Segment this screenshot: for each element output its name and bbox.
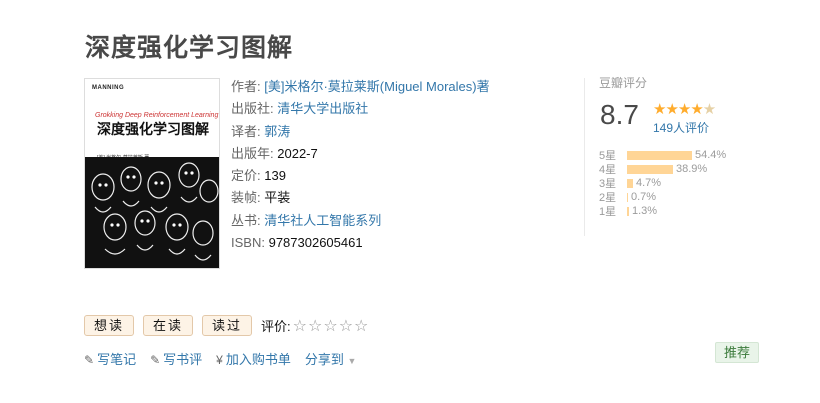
series-label: 丛书: bbox=[231, 212, 261, 228]
rating-stars-icon: ★★★★★ bbox=[653, 101, 716, 118]
isbn-label: ISBN: bbox=[231, 235, 265, 251]
translator-label: 译者: bbox=[231, 123, 261, 139]
price-value: 139 bbox=[264, 168, 286, 184]
publisher-link[interactable]: 清华大学出版社 bbox=[277, 101, 368, 116]
reading-button[interactable]: 在读 bbox=[143, 315, 194, 336]
distribution-percent: 54.4% bbox=[695, 149, 727, 161]
translator-link[interactable]: 郭涛 bbox=[264, 124, 290, 139]
price-row: 定价: 139 bbox=[231, 165, 490, 187]
write-note-label: 写笔记 bbox=[97, 352, 137, 367]
secondary-links: ✎ 写笔记 ✎ 写书评 ¥ 加入购书单 分享到 ▼ bbox=[84, 349, 370, 368]
isbn-value: 9787302605461 bbox=[268, 235, 363, 251]
book-info: 作者: [美]米格尔·莫拉莱斯(Miguel Morales)著 出版社: 清华… bbox=[231, 76, 490, 254]
distribution-bar bbox=[627, 164, 673, 174]
pencil-icon: ✎ bbox=[150, 353, 161, 367]
rating-panel: 豆瓣评分 8.7 ★★★★★ 149人评价 bbox=[599, 74, 759, 135]
rating-score: 8.7 bbox=[600, 99, 639, 130]
want-to-read-button[interactable]: 想读 bbox=[84, 315, 135, 336]
read-button[interactable]: 读过 bbox=[202, 315, 253, 336]
distribution-row: 3星 4.7% bbox=[599, 176, 726, 190]
add-to-cart-link[interactable]: ¥ 加入购书单 bbox=[216, 349, 291, 368]
distribution-row: 4星 38.9% bbox=[599, 162, 726, 176]
distribution-percent: 0.7% bbox=[631, 191, 657, 203]
action-bar: 想读 在读 读过 评价: ☆☆☆☆☆ bbox=[84, 315, 369, 336]
distribution-bar bbox=[627, 192, 628, 202]
price-label: 定价: bbox=[231, 168, 261, 184]
add-to-cart-label: 加入购书单 bbox=[225, 352, 291, 367]
divider bbox=[584, 78, 585, 236]
distribution-percent: 38.9% bbox=[676, 163, 708, 175]
rating-label: 豆瓣评分 bbox=[599, 76, 648, 90]
page-title: 深度强化学习图解 bbox=[85, 34, 294, 62]
book-cover[interactable]: MANNING Grokking Deep Reinforcement Lear… bbox=[84, 78, 220, 269]
author-row: 作者: [美]米格尔·莫拉莱斯(Miguel Morales)著 bbox=[231, 76, 490, 98]
isbn-row: ISBN: 9787302605461 bbox=[231, 232, 490, 254]
publisher-logo: MANNING bbox=[92, 85, 125, 91]
author-label: 作者: bbox=[231, 79, 261, 94]
year-label: 出版年: bbox=[231, 145, 274, 161]
year-row: 出版年: 2022-7 bbox=[231, 143, 490, 165]
publisher-row: 出版社: 清华大学出版社 bbox=[231, 98, 490, 120]
author-link[interactable]: [美]米格尔·莫拉莱斯(Miguel Morales)著 bbox=[264, 79, 489, 94]
publisher-label: 出版社: bbox=[231, 101, 274, 117]
series-link[interactable]: 清华社人工智能系列 bbox=[264, 213, 381, 228]
distribution-bar bbox=[627, 206, 629, 216]
distribution-percent: 4.7% bbox=[636, 177, 662, 189]
distribution-bar bbox=[627, 178, 633, 188]
series-row: 丛书: 清华社人工智能系列 bbox=[231, 210, 490, 232]
recommend-button[interactable]: 推荐 bbox=[715, 342, 760, 363]
rating-votes-link[interactable]: 149人评价 bbox=[653, 119, 709, 136]
write-review-link[interactable]: ✎ 写书评 bbox=[150, 349, 202, 368]
binding-row: 装帧: 平装 bbox=[231, 187, 490, 209]
cover-subtitle: Grokking Deep Reinforcement Learning bbox=[95, 112, 219, 119]
distribution-percent: 1.3% bbox=[632, 205, 658, 217]
binding-label: 装帧: bbox=[231, 190, 261, 206]
distribution-label: 1星 bbox=[599, 206, 617, 218]
caret-down-icon: ▼ bbox=[347, 356, 357, 366]
year-value: 2022-7 bbox=[277, 145, 318, 161]
share-label: 分享到 bbox=[304, 352, 344, 367]
write-review-label: 写书评 bbox=[163, 352, 203, 367]
distribution-row: 2星 0.7% bbox=[599, 190, 726, 204]
rate-label: 评价: bbox=[261, 319, 291, 334]
distribution-row: 5星 54.4% bbox=[599, 148, 726, 162]
distribution-bar bbox=[627, 150, 692, 160]
pencil-icon: ✎ bbox=[84, 353, 95, 367]
binding-value: 平装 bbox=[264, 190, 291, 206]
write-note-link[interactable]: ✎ 写笔记 bbox=[84, 349, 136, 368]
distribution-row: 1星 1.3% bbox=[599, 204, 726, 218]
cover-illustration bbox=[85, 157, 219, 268]
rating-distribution: 5星 54.4% 4星 38.9% 3星 4.7% 2星 0.7% 1星 1.3% bbox=[599, 148, 726, 218]
translator-row: 译者: 郭涛 bbox=[231, 121, 490, 143]
share-dropdown[interactable]: 分享到 ▼ bbox=[305, 349, 357, 368]
yen-icon: ¥ bbox=[216, 353, 223, 367]
rate-stars-input[interactable]: ☆☆☆☆☆ bbox=[293, 316, 370, 336]
cover-title: 深度强化学习图解 bbox=[97, 121, 209, 137]
